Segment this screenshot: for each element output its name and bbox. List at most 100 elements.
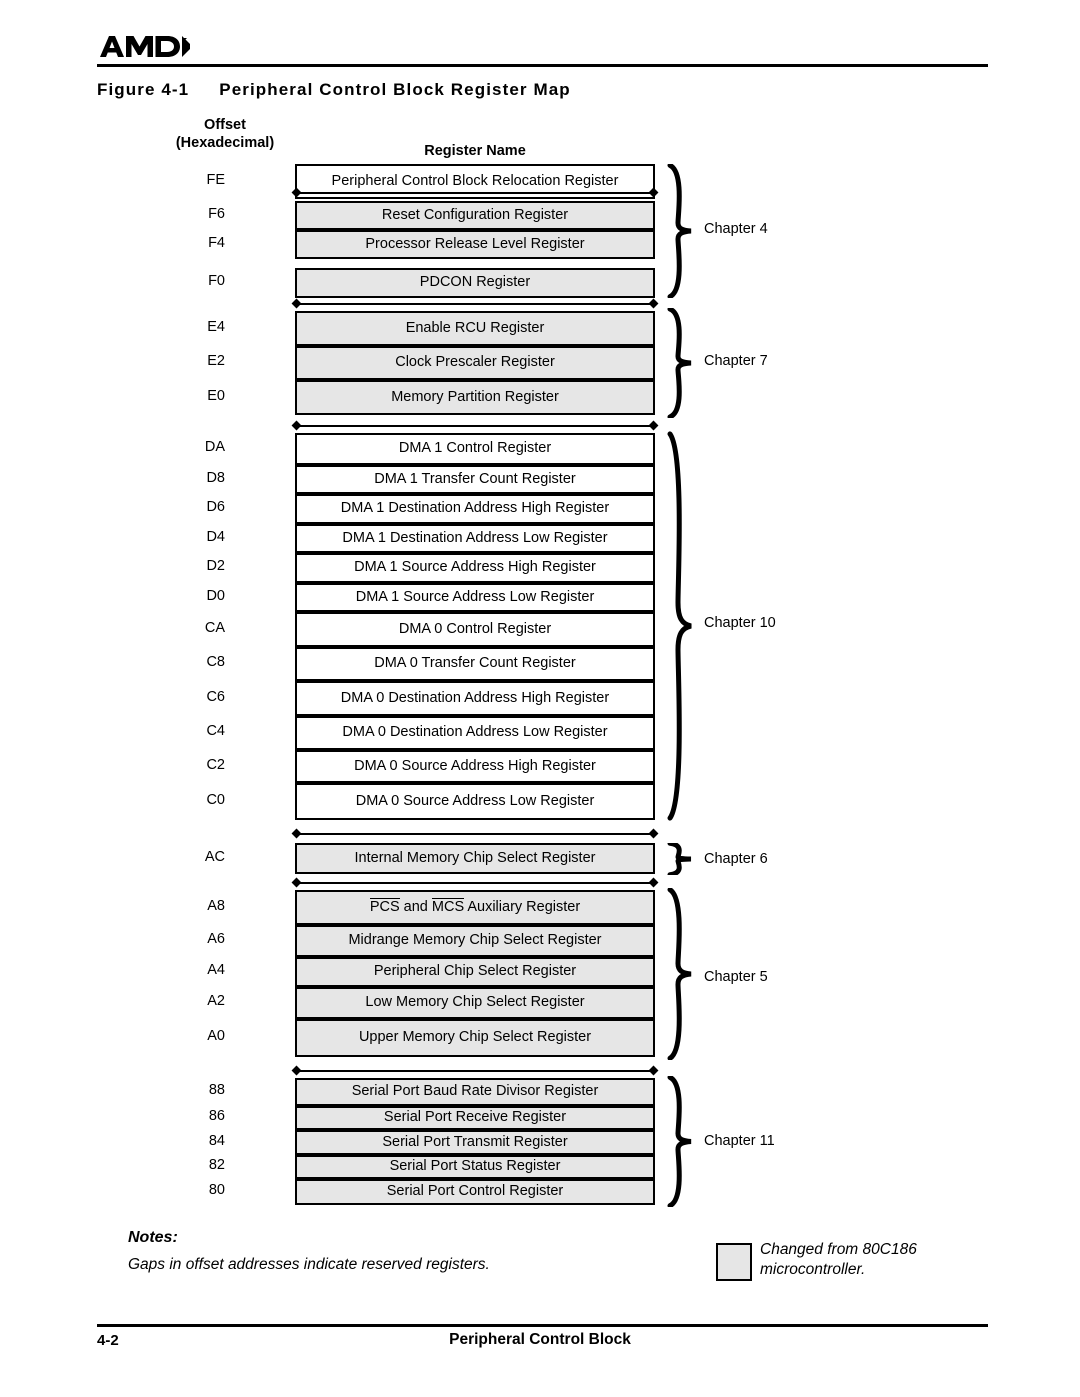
chapter-label: Chapter 5	[704, 969, 768, 985]
register-name: DMA 0 Destination Address High Register	[340, 689, 610, 706]
register-name: DMA 1 Control Register	[398, 440, 552, 457]
offset-value: CA	[204, 619, 225, 636]
offset-value: C2	[206, 756, 225, 773]
register-name: Serial Port Transmit Register	[382, 1133, 568, 1150]
register-row: DMA 0 Destination Address Low Register	[295, 716, 655, 750]
chapter-brace	[664, 164, 698, 298]
address-gap-separator	[295, 1070, 655, 1072]
register-row: DMA 1 Transfer Count Register	[295, 465, 655, 494]
register-row: DMA 0 Source Address Low Register	[295, 783, 655, 820]
register-row: Processor Release Level Register	[295, 230, 655, 259]
register-name: Enable RCU Register	[405, 319, 545, 336]
register-name-part: and	[399, 898, 432, 915]
register-name: DMA 1 Source Address High Register	[354, 559, 596, 576]
register-name: Reset Configuration Register	[381, 206, 569, 223]
offset-value: E0	[207, 387, 225, 404]
address-gap-separator	[295, 425, 655, 427]
address-gap-separator	[295, 833, 655, 835]
register-name: Peripheral Chip Select Register	[373, 963, 577, 980]
overlined-signal-name: MCS	[431, 897, 465, 915]
register-row: DMA 1 Source Address Low Register	[295, 583, 655, 612]
register-name: Serial Port Control Register	[386, 1183, 564, 1200]
offset-value: AC	[204, 848, 225, 865]
offset-value: F6	[208, 205, 225, 222]
address-gap-separator	[295, 303, 655, 305]
offset-value: D4	[206, 528, 225, 545]
register-row: Midrange Memory Chip Select Register	[295, 925, 655, 957]
offset-value: 84	[208, 1132, 225, 1149]
offset-value: A4	[207, 962, 225, 978]
register-row: Enable RCU Register	[295, 311, 655, 346]
legend-text-line2: microcontroller.	[760, 1261, 866, 1279]
offset-value: C4	[206, 723, 225, 739]
offset-value: 88	[208, 1082, 225, 1098]
notes-text: Gaps in offset addresses indicate reserv…	[128, 1256, 490, 1273]
offset-value: A8	[207, 897, 225, 914]
register-name: DMA 0 Transfer Count Register	[374, 655, 576, 672]
legend-text: Changed from 80C186 microcontroller.	[760, 1240, 917, 1281]
chapter-brace	[664, 888, 698, 1060]
offset-value: C6	[206, 688, 225, 705]
offset-value: E4	[207, 318, 225, 335]
register-name: DMA 0 Control Register	[398, 620, 552, 637]
register-row: Serial Port Baud Rate Divisor Register	[295, 1078, 655, 1106]
offset-value: 86	[208, 1108, 225, 1124]
register-row: DMA 1 Control Register	[295, 433, 655, 465]
offset-value: C8	[206, 654, 225, 670]
address-gap-separator	[295, 882, 655, 884]
address-gap-separator	[295, 192, 655, 194]
chapter-label: Chapter 7	[704, 353, 768, 369]
register-map-diagram: Peripheral Control Block Relocation Regi…	[0, 0, 1080, 1397]
register-name: Midrange Memory Chip Select Register	[348, 932, 602, 949]
register-row: Peripheral Chip Select Register	[295, 957, 655, 987]
register-row: Reset Configuration Register	[295, 201, 655, 230]
register-row: Serial Port Status Register	[295, 1155, 655, 1179]
register-row: Upper Memory Chip Select Register	[295, 1019, 655, 1057]
register-name: DMA 1 Source Address Low Register	[355, 588, 595, 605]
offset-value: 80	[208, 1182, 225, 1198]
offset-value: D6	[206, 499, 225, 515]
offset-value: FE	[206, 171, 225, 188]
register-name: Processor Release Level Register	[365, 235, 585, 252]
offset-value: C0	[206, 791, 225, 808]
register-row: DMA 0 Source Address High Register	[295, 750, 655, 783]
chapter-label: Chapter 10	[704, 615, 776, 631]
offset-value: 82	[208, 1157, 225, 1173]
register-name: DMA 0 Source Address High Register	[354, 757, 596, 774]
register-name: Serial Port Baud Rate Divisor Register	[351, 1083, 599, 1100]
offset-value: DA	[204, 439, 225, 455]
chapter-brace	[664, 308, 698, 418]
offset-value: D0	[206, 587, 225, 604]
footer-rule	[97, 1324, 988, 1327]
register-row: DMA 1 Destination Address High Register	[295, 494, 655, 524]
register-name: Internal Memory Chip Select Register	[354, 849, 596, 866]
offset-value: A0	[207, 1028, 225, 1044]
offset-value: A2	[207, 993, 225, 1009]
overlined-signal-name: PCS	[369, 897, 400, 915]
footer-title: Peripheral Control Block	[449, 1331, 631, 1348]
chapter-brace	[664, 430, 698, 822]
register-name: Peripheral Control Block Relocation Regi…	[331, 172, 619, 189]
register-row: DMA 0 Destination Address High Register	[295, 681, 655, 716]
register-row: Memory Partition Register	[295, 380, 655, 415]
register-name: DMA 1 Transfer Count Register	[374, 470, 576, 487]
register-row: DMA 0 Transfer Count Register	[295, 647, 655, 681]
offset-value: D8	[206, 469, 225, 486]
chapter-brace	[664, 1076, 698, 1207]
register-name: PDCON Register	[419, 274, 531, 291]
register-row: PDCON Register	[295, 268, 655, 298]
chapter-label: Chapter 4	[704, 221, 768, 237]
chapter-brace	[664, 843, 698, 875]
offset-value: F4	[208, 234, 225, 251]
register-name: DMA 0 Source Address Low Register	[355, 792, 595, 809]
chapter-label: Chapter 6	[704, 851, 768, 867]
register-name-part: Auxiliary Register	[464, 898, 581, 915]
register-name: DMA 1 Destination Address Low Register	[342, 529, 608, 546]
register-row: Clock Prescaler Register	[295, 346, 655, 380]
register-row: DMA 1 Source Address High Register	[295, 553, 655, 583]
register-name: Low Memory Chip Select Register	[365, 994, 585, 1011]
register-name: Serial Port Receive Register	[383, 1109, 567, 1126]
register-row: DMA 0 Control Register	[295, 612, 655, 647]
legend-text-line1: Changed from 80C186	[760, 1241, 917, 1258]
legend-swatch	[716, 1243, 752, 1281]
